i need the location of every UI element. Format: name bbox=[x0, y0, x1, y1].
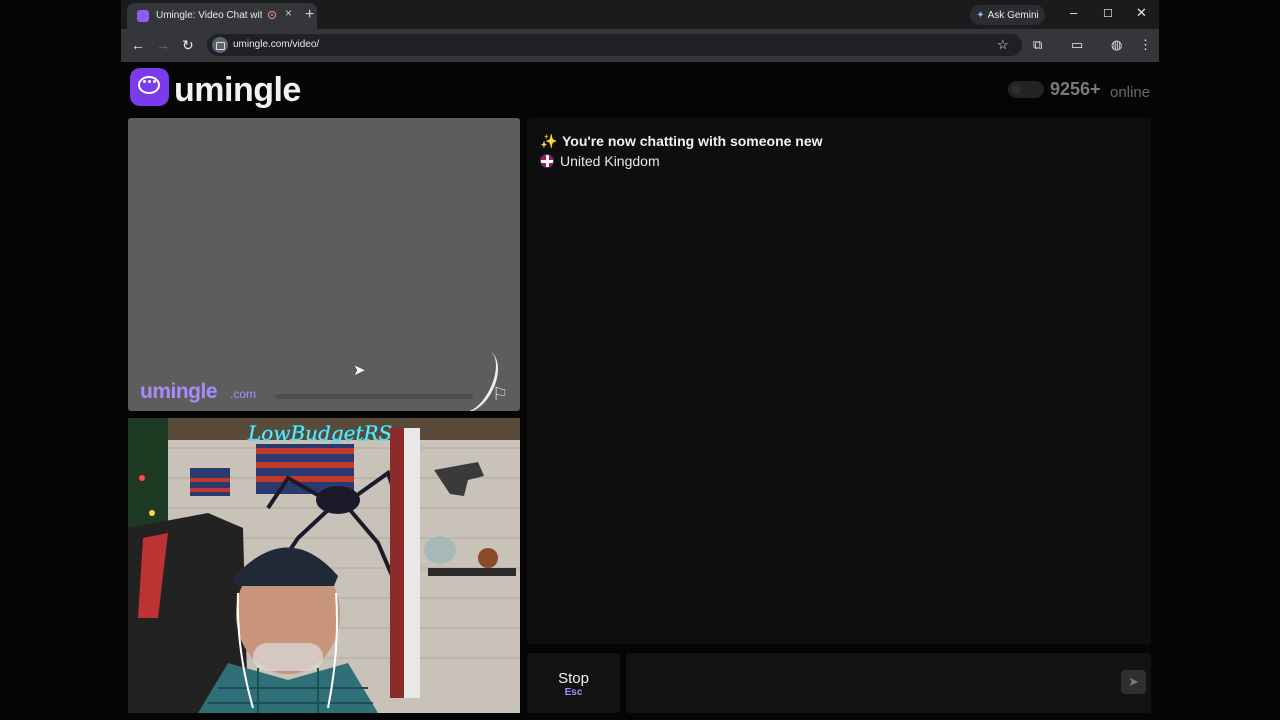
site-info-icon[interactable] bbox=[212, 37, 228, 53]
chat-system-message: ✨ You're now chatting with someone new bbox=[540, 133, 823, 150]
browser-toolbar: ← → ↻ umingle.com/video/ ☆ ⧉ ▭ ◍ ⋮ bbox=[121, 29, 1159, 62]
chat-bubble-icon bbox=[138, 76, 160, 94]
maximize-button[interactable]: ☐ bbox=[1103, 7, 1113, 20]
back-arrow-icon[interactable]: ← bbox=[131, 37, 145, 53]
online-label: online bbox=[1110, 84, 1151, 101]
report-flag-icon[interactable]: ⚐ bbox=[492, 384, 508, 405]
umingle-logo-icon[interactable] bbox=[130, 68, 169, 106]
ask-gemini-button[interactable]: ✦ Ask Gemini bbox=[970, 5, 1045, 25]
stop-label: Stop bbox=[558, 670, 589, 687]
tab-close-icon[interactable]: × bbox=[285, 6, 292, 20]
url-text: umingle.com/video/ bbox=[233, 39, 320, 50]
browser-tab[interactable]: Umingle: Video Chat with S × bbox=[127, 3, 317, 29]
svg-text:LowBudgetRS: LowBudgetRS bbox=[247, 421, 392, 445]
stranger-country: United Kingdom bbox=[560, 153, 660, 169]
online-count: 9256+ bbox=[1050, 79, 1101, 99]
video-progress-bar bbox=[275, 394, 473, 399]
message-input[interactable]: ➤ bbox=[626, 653, 1151, 713]
profile-icon[interactable]: ◍ bbox=[1111, 37, 1122, 53]
self-camera-video: LowBudgetRS bbox=[128, 418, 520, 713]
reload-icon[interactable]: ↻ bbox=[182, 37, 194, 54]
tab-strip: Umingle: Video Chat with S × + ✦ Ask Gem… bbox=[121, 0, 1159, 29]
window-close-button[interactable]: ✕ bbox=[1136, 5, 1147, 21]
camera-feed-image: LowBudgetRS bbox=[128, 418, 520, 713]
ask-gemini-label: Ask Gemini bbox=[987, 9, 1039, 21]
tab-title: Umingle: Video Chat with S bbox=[156, 10, 262, 21]
stop-button[interactable]: Stop Esc bbox=[527, 653, 620, 713]
bookmark-star-icon[interactable]: ☆ bbox=[997, 37, 1009, 53]
chat-location-message: United Kingdom bbox=[540, 153, 660, 169]
stranger-video: umingle .com ⚐ bbox=[128, 118, 520, 411]
gemini-sparkle-icon: ✦ bbox=[976, 9, 985, 21]
cast-icon[interactable]: ▭ bbox=[1071, 37, 1083, 53]
new-chat-message: You're now chatting with someone new bbox=[562, 133, 823, 149]
uk-flag-icon bbox=[540, 154, 554, 168]
chat-log: ✨ You're now chatting with someone new Un… bbox=[527, 118, 1151, 644]
video-watermark: umingle bbox=[140, 380, 218, 403]
forward-arrow-icon[interactable]: → bbox=[156, 37, 170, 53]
minimize-button[interactable]: – bbox=[1070, 5, 1077, 20]
menu-kebab-icon[interactable]: ⋮ bbox=[1139, 37, 1152, 53]
brand-wordmark[interactable]: umingle bbox=[174, 71, 301, 110]
send-arrow-icon[interactable]: ➤ bbox=[1121, 670, 1146, 694]
video-watermark-suffix: .com bbox=[230, 387, 257, 401]
mouse-cursor-icon: ➤ bbox=[353, 362, 366, 379]
sparkles-icon: ✨ bbox=[540, 133, 558, 149]
address-bar[interactable]: umingle.com/video/ bbox=[207, 34, 1022, 56]
recording-indicator-icon bbox=[268, 11, 276, 19]
browser-window: Umingle: Video Chat with S × + ✦ Ask Gem… bbox=[121, 0, 1159, 62]
online-toggle[interactable] bbox=[1008, 81, 1044, 98]
stop-shortcut-hint: Esc bbox=[564, 687, 583, 698]
new-tab-button[interactable]: + bbox=[305, 6, 314, 24]
extensions-icon[interactable]: ⧉ bbox=[1033, 37, 1042, 53]
site-favicon-icon bbox=[137, 10, 149, 22]
